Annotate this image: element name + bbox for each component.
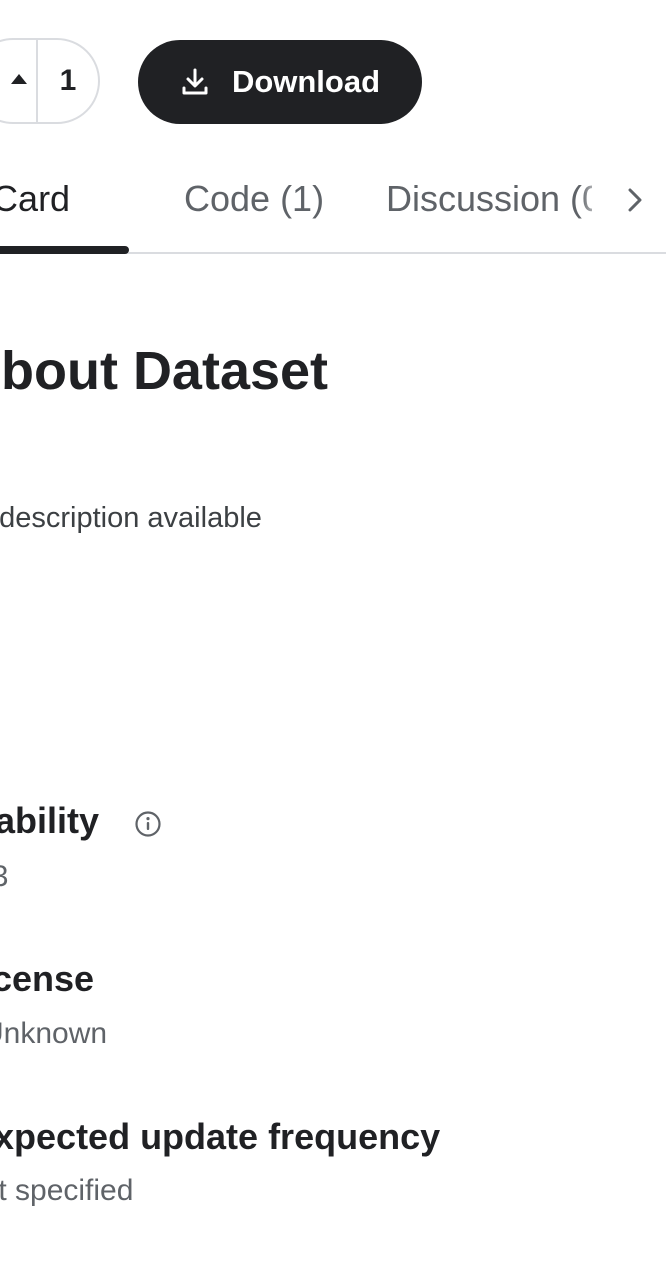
info-icon[interactable] [134, 810, 162, 838]
tab-code[interactable]: Code (1) [184, 178, 324, 220]
chevron-right-icon [628, 188, 642, 212]
download-icon [182, 68, 208, 95]
usability-value: 2.13 [0, 860, 9, 893]
dataset-description: No description available [0, 502, 262, 534]
update-frequency-heading: Expected update frequency [0, 1116, 441, 1157]
license-value: Unknown [0, 1017, 108, 1050]
arrow-up-icon [11, 74, 27, 84]
tab-bar: Data Card Code (1) Discussion (0) [0, 160, 666, 254]
download-label: Download [231, 64, 381, 99]
tabs-scroll-right-button[interactable] [618, 180, 652, 220]
tab-discussion[interactable]: Discussion (0) [386, 178, 592, 220]
upvote-group: 1 [0, 38, 100, 124]
tab-data-card[interactable]: Data Card [0, 178, 70, 220]
license-heading: License [0, 958, 95, 999]
upvote-count: 1 [59, 64, 77, 97]
update-frequency-value: Not specified [0, 1174, 134, 1207]
active-tab-indicator [0, 246, 129, 254]
upvote-button[interactable] [0, 40, 38, 122]
about-dataset-heading: About Dataset [0, 341, 329, 401]
usability-heading: Usability [0, 800, 100, 841]
dataset-page: 1 Download Data Card Code (1) Discussion… [0, 0, 666, 1280]
download-button[interactable]: Download [138, 40, 422, 124]
